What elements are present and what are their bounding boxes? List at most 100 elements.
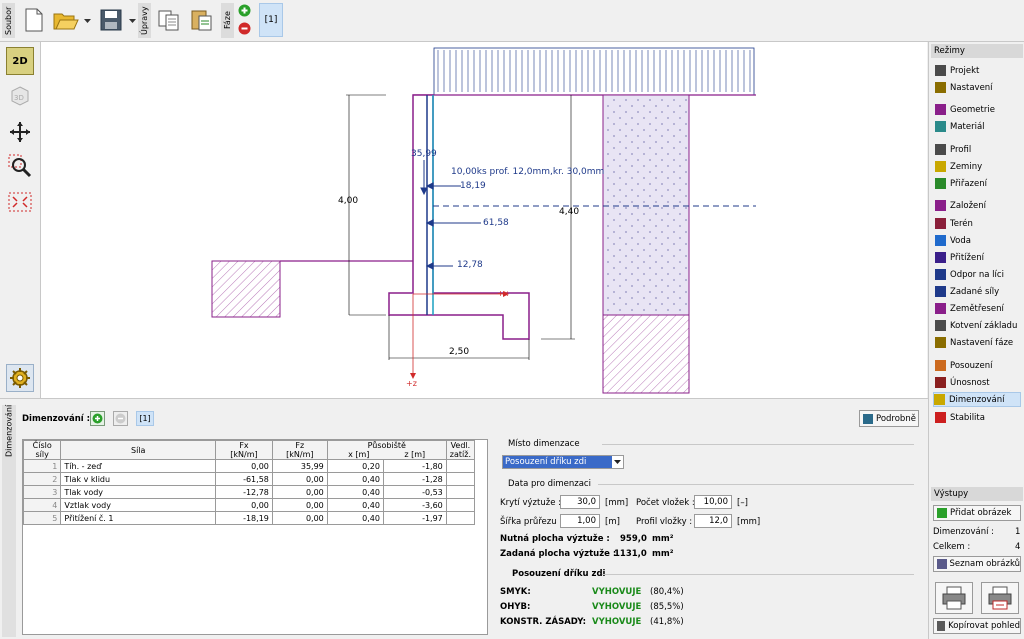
zoom-button[interactable]	[6, 152, 34, 180]
reinforcement-note: 10,00ks prof. 12,0mm,kr. 30,0mm	[451, 167, 605, 177]
sidebar-item-18[interactable]: Únosnost	[935, 375, 1021, 390]
cell-name: Tíh. - zeď	[60, 459, 217, 473]
sidebar-item-15[interactable]: Kotvení základu	[935, 318, 1021, 333]
sidebar-item-label: Zadané síly	[950, 286, 1000, 297]
copy-button[interactable]	[155, 6, 183, 34]
dimenzovani-count: 1	[1015, 527, 1021, 537]
item-phase-tab[interactable]: [1]	[136, 411, 154, 426]
sidebar-item-17[interactable]: Posouzení	[935, 358, 1021, 373]
sidebar-item-label: Projekt	[950, 65, 980, 76]
mode-icon	[935, 252, 946, 263]
phase-tab-1[interactable]: [1]	[259, 3, 283, 37]
sidebar-item-7[interactable]: Přiřazení	[935, 176, 1021, 191]
dimenzovani-side-tab[interactable]: Dimenzování	[2, 405, 16, 637]
sidebar-item-10[interactable]: Voda	[935, 233, 1021, 248]
sidebar-item-label: Nastavení	[950, 82, 993, 93]
misto-label: Místo dimenzace	[508, 439, 580, 449]
copy-view-label: Kopírovat pohled	[948, 621, 1020, 631]
cell-fz: 35,99	[271, 459, 328, 473]
kryti-unit: [mm]	[605, 498, 629, 508]
sidebar-item-5[interactable]: Profil	[935, 142, 1021, 157]
paste-button[interactable]	[188, 6, 216, 34]
sidebar-item-label: Profil	[950, 144, 972, 155]
open-file-button[interactable]	[52, 6, 80, 34]
mode-icon	[934, 394, 945, 405]
sidebar-item-8[interactable]: Založení	[935, 198, 1021, 213]
add-image-button[interactable]: Přidat obrázek	[933, 505, 1021, 521]
table-row[interactable]: 2 Tlak v klidu -61,58 0,00 0,40 -1,28	[22, 472, 476, 486]
new-file-button[interactable]	[20, 6, 48, 34]
print-button[interactable]	[935, 582, 973, 614]
settings-button[interactable]	[6, 364, 34, 392]
celkem-label: Celkem :	[933, 542, 971, 552]
cell-vedl	[445, 498, 476, 512]
table-row[interactable]: 4 Vztlak vody 0,00 0,00 0,40 -3,60	[22, 498, 476, 512]
pocet-input[interactable]: 10,00	[694, 495, 732, 509]
profil-input[interactable]: 12,0	[694, 514, 732, 528]
image-list-button[interactable]: Seznam obrázků	[933, 556, 1021, 572]
nutna-value: 959,0	[620, 534, 647, 544]
mode-icon	[935, 337, 946, 348]
mode-icon	[935, 82, 946, 93]
sidebar-item-14[interactable]: Zemětřesení	[935, 301, 1021, 316]
cell-x: 0,40	[326, 485, 384, 499]
sidebar-item-6[interactable]: Zeminy	[935, 159, 1021, 174]
remove-phase-button[interactable]	[238, 22, 251, 35]
add-item-button[interactable]	[90, 411, 105, 426]
sidebar-item-20[interactable]: Stabilita	[935, 410, 1021, 425]
save-dropdown-icon[interactable]	[129, 17, 136, 27]
cell-x: 0,40	[326, 472, 384, 486]
cell-name: Vztlak vody	[60, 498, 217, 512]
sidebar-item-13[interactable]: Zadané síly	[935, 284, 1021, 299]
detail-button[interactable]: Podrobně	[859, 410, 919, 427]
folder-open-icon	[53, 13, 79, 30]
dimenzovani-count-label: Dimenzování :	[933, 527, 995, 537]
sirka-label: Šířka průřezu :	[500, 517, 563, 527]
sidebar-item-12[interactable]: Odpor na líci	[935, 267, 1021, 282]
sidebar-item-1[interactable]: Projekt	[935, 63, 1021, 78]
force-label-2: 61,58	[483, 218, 509, 228]
table-row[interactable]: 3 Tlak vody -12,78 0,00 0,40 -0,53	[22, 485, 476, 499]
check-name: OHYB:	[500, 602, 531, 612]
zadana-unit: mm²	[652, 549, 674, 559]
pocet-label: Počet vložek :	[636, 498, 695, 508]
faze-label: Fáze	[221, 3, 234, 38]
sidebar-item-9[interactable]: Terén	[935, 216, 1021, 231]
drawing-canvas[interactable]: 4,00 4,40 2,50 10,00ks prof. 12,0mm,kr. …	[40, 42, 927, 398]
kryti-label: Krytí výztuže :	[500, 498, 561, 508]
main-toolbar: Soubor Úpravy Fáze [1]	[0, 0, 1024, 42]
print-pdf-button[interactable]	[981, 582, 1019, 614]
sidebar-item-2[interactable]: Nastavení	[935, 80, 1021, 95]
sidebar-item-3[interactable]: Geometrie	[935, 102, 1021, 117]
forces-table-container: Číslo síly Síla Fx [kN/m] Fz [kN/m] Působiš…	[22, 439, 488, 635]
sidebar-item-16[interactable]: Nastavení fáze	[935, 335, 1021, 350]
sidebar-item-4[interactable]: Materiál	[935, 119, 1021, 134]
mode-icon	[935, 235, 946, 246]
remove-item-button[interactable]	[113, 411, 128, 426]
dim-width-base: 2,50	[449, 347, 470, 357]
zoom-extent-button[interactable]	[6, 188, 34, 216]
save-file-button[interactable]	[97, 6, 125, 34]
check-result: VYHOVUJE	[592, 617, 642, 627]
table-row[interactable]: 1 Tíh. - zeď 0,00 35,99 0,20 -1,80	[22, 459, 476, 473]
sidebar-item-11[interactable]: Přitížení	[935, 250, 1021, 265]
sidebar-item-label: Geometrie	[950, 104, 995, 115]
cell-n: 3	[22, 485, 62, 499]
misto-select[interactable]: Posouzení dříku zdi	[502, 455, 624, 469]
celkem-count: 4	[1015, 542, 1021, 552]
cell-vedl	[445, 472, 476, 486]
open-dropdown-icon[interactable]	[84, 17, 91, 27]
table-row[interactable]: 5 Přitížení č. 1 -18,19 0,00 0,40 -1,97	[22, 511, 476, 525]
view-3d-button[interactable]: 3D	[6, 82, 34, 110]
sidebar-item-19[interactable]: Dimenzování	[933, 392, 1021, 407]
check-percent: (41,8%)	[650, 617, 684, 627]
axis-z-label: +z	[406, 379, 417, 388]
pan-button[interactable]	[6, 118, 34, 146]
kryti-input[interactable]: 30,0	[560, 495, 600, 509]
sirka-input[interactable]: 1,00	[560, 514, 600, 528]
add-phase-button[interactable]	[238, 4, 251, 17]
copy-view-button[interactable]: Kopírovat pohled	[933, 618, 1021, 634]
svg-text:3D: 3D	[14, 94, 24, 102]
sidebar-item-label: Stabilita	[950, 412, 985, 423]
view-2d-button[interactable]: 2D	[6, 47, 34, 75]
